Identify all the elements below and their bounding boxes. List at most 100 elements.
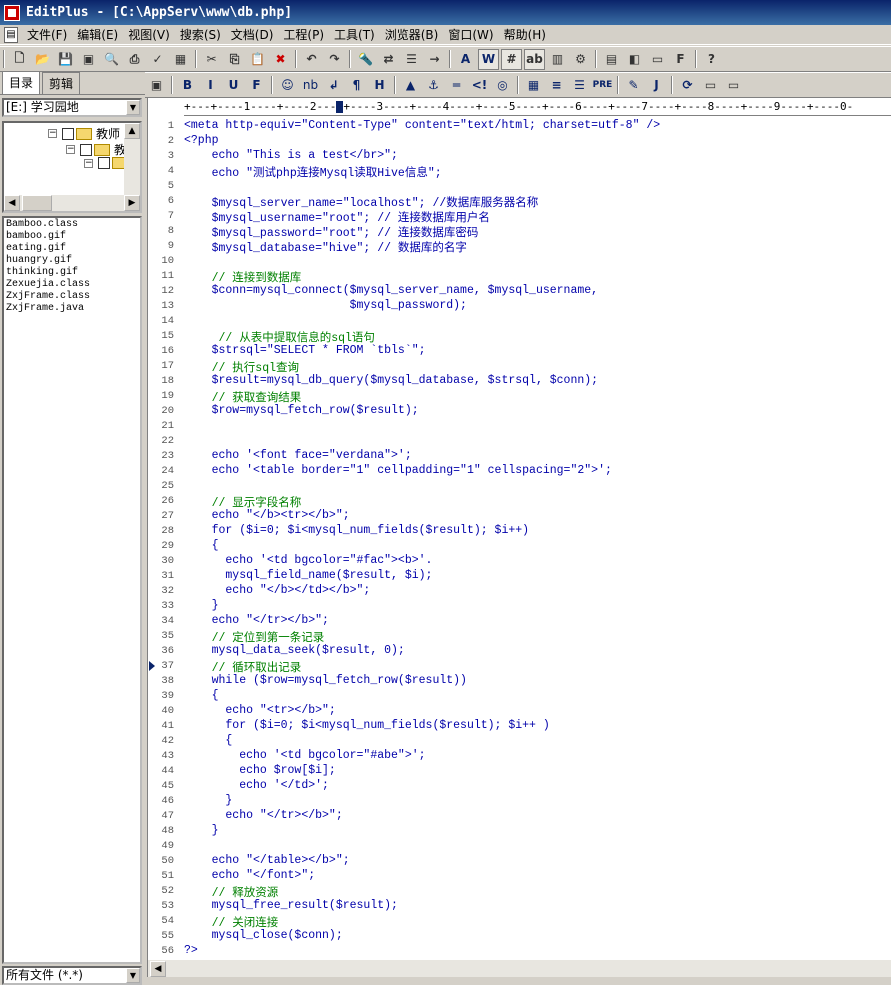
menu-item[interactable]: 视图(V) bbox=[123, 26, 175, 43]
html-b-icon[interactable]: B bbox=[177, 75, 198, 96]
code-line[interactable]: // 关闭连接 bbox=[184, 914, 279, 930]
menu-item[interactable]: 搜索(S) bbox=[175, 26, 226, 43]
replace-icon[interactable]: ⇄ bbox=[378, 49, 399, 70]
menu-item[interactable]: 编辑(E) bbox=[72, 26, 123, 43]
code-line[interactable]: $row=mysql_fetch_row($result); bbox=[184, 404, 419, 417]
code-line[interactable]: <meta http-equiv="Content-Type" content=… bbox=[184, 119, 660, 132]
new-file-icon[interactable]: 🗋 bbox=[9, 49, 30, 70]
file-list[interactable]: Bamboo.class bamboo.gif eating.gif huangry.… bbox=[2, 216, 142, 964]
code-line[interactable]: echo "</b></td></b>"; bbox=[184, 584, 370, 597]
title-bar[interactable]: EditPlus - [C:\AppServ\www\db.php] bbox=[0, 0, 891, 25]
code-line[interactable]: echo "</tr></b>"; bbox=[184, 809, 342, 822]
column-select-icon[interactable]: ▥ bbox=[547, 49, 568, 70]
html-comment-icon[interactable]: <! bbox=[469, 75, 490, 96]
html-justify-icon[interactable]: ☰ bbox=[569, 75, 590, 96]
code-line[interactable]: echo "<tr></b>"; bbox=[184, 704, 335, 717]
drive-select[interactable]: [E:] 学习园地 ▼ bbox=[2, 98, 142, 117]
html-table-icon[interactable]: ▦ bbox=[523, 75, 544, 96]
paste-icon[interactable]: 📋 bbox=[247, 49, 268, 70]
properties-icon[interactable]: ▦ bbox=[170, 49, 191, 70]
html-nb-icon[interactable]: nb bbox=[300, 75, 321, 96]
print-icon[interactable]: ⎙ bbox=[124, 49, 145, 70]
code-line[interactable]: // 从表中提取信息的sql语句 bbox=[184, 329, 375, 345]
code-editor[interactable]: +---+----1----+----2--- +----3----+----4-… bbox=[147, 98, 891, 977]
file-type-filter[interactable]: 所有文件 (*.*) ▼ bbox=[2, 966, 142, 985]
collapse-icon[interactable]: − bbox=[84, 158, 93, 168]
cut-icon[interactable]: ✂ bbox=[201, 49, 222, 70]
code-line[interactable]: $mysql_username="root"; // 连接数据库用户名 bbox=[184, 209, 490, 225]
code-line[interactable]: $mysql_database="hive"; // 数据库的名字 bbox=[184, 239, 467, 255]
scroll-left-icon[interactable]: ◀ bbox=[150, 961, 166, 977]
code-line[interactable]: echo '</td>'; bbox=[184, 779, 329, 792]
file-list-item[interactable]: bamboo.gif bbox=[6, 231, 138, 243]
menu-item[interactable]: 帮助(H) bbox=[499, 26, 551, 43]
folder-tree[interactable]: − 教师 − 教 − ▲ ◀ ▶ bbox=[2, 121, 142, 213]
file-list-item[interactable]: Bamboo.class bbox=[6, 219, 138, 231]
file-list-item[interactable]: eating.gif bbox=[6, 243, 138, 255]
save-icon[interactable]: 💾 bbox=[55, 49, 76, 70]
file-list-item[interactable]: thinking.gif bbox=[6, 267, 138, 279]
code-line[interactable]: echo '<td bgcolor="#fac"><b>'. bbox=[184, 554, 432, 567]
tab-directory[interactable]: 目录 bbox=[2, 71, 41, 94]
code-line[interactable]: // 释放资源 bbox=[184, 884, 279, 900]
quick-bar-icon[interactable]: ▣ bbox=[146, 75, 167, 96]
tab-cliptext[interactable]: 剪辑 bbox=[42, 72, 81, 94]
collapse-icon[interactable]: − bbox=[48, 129, 57, 138]
window-list-icon[interactable]: ▭ bbox=[700, 75, 721, 96]
code-line[interactable]: $conn=mysql_connect($mysql_server_name, … bbox=[184, 284, 598, 297]
tree-vertical-scrollbar[interactable]: ▲ bbox=[124, 123, 140, 195]
code-line[interactable]: } bbox=[184, 599, 219, 612]
menu-item[interactable]: 文件(F) bbox=[22, 26, 72, 43]
code-line[interactable]: echo '<td bgcolor="#abe">'; bbox=[184, 749, 425, 762]
scroll-thumb[interactable] bbox=[22, 195, 52, 211]
html-center-icon[interactable]: ≡ bbox=[546, 75, 567, 96]
html-f-icon[interactable]: F bbox=[246, 75, 267, 96]
code-line[interactable]: $mysql_password="root"; // 连接数据库密码 bbox=[184, 224, 479, 240]
word-wrap-icon[interactable]: W bbox=[478, 48, 499, 70]
tree-horizontal-scrollbar[interactable]: ◀ ▶ bbox=[4, 195, 140, 211]
save-all-icon[interactable]: ▣ bbox=[78, 49, 99, 70]
editor-horizontal-scrollbar[interactable]: ◀ bbox=[148, 959, 891, 977]
code-line[interactable]: echo $row[$i]; bbox=[184, 764, 336, 777]
html--icon[interactable]: ↲ bbox=[323, 75, 344, 96]
spellcheck-icon[interactable]: ✓ bbox=[147, 49, 168, 70]
undo-icon[interactable]: ↶ bbox=[301, 49, 322, 70]
code-line[interactable]: echo "This is a test</br>"; bbox=[184, 149, 398, 162]
code-line[interactable]: echo "</tr></b>"; bbox=[184, 614, 329, 627]
file-list-item[interactable]: ZxjFrame.class bbox=[6, 291, 138, 303]
html-dir-icon[interactable]: ⟳ bbox=[677, 75, 698, 96]
user-tools-icon[interactable]: F bbox=[670, 49, 691, 70]
html-style-icon[interactable]: ✎ bbox=[623, 75, 644, 96]
collapse-icon[interactable]: − bbox=[66, 145, 75, 154]
browser-view-icon[interactable]: ◧ bbox=[624, 49, 645, 70]
html-pre-icon[interactable]: PRE bbox=[592, 75, 613, 96]
restore-window-icon[interactable]: ▭ bbox=[723, 75, 744, 96]
code-line[interactable]: mysql_data_seek($result, 0); bbox=[184, 644, 405, 657]
chevron-down-icon[interactable]: ▼ bbox=[126, 968, 140, 983]
scroll-right-icon[interactable]: ▶ bbox=[124, 195, 140, 211]
file-list-item[interactable]: ZxjFrame.java bbox=[6, 303, 138, 315]
html--icon[interactable]: ¶ bbox=[346, 75, 367, 96]
help-icon[interactable]: ? bbox=[701, 49, 722, 70]
goto-line-icon[interactable]: → bbox=[424, 49, 445, 70]
code-line[interactable]: echo "测试php连接Mysql读取Hive信息"; bbox=[184, 164, 442, 180]
file-list-item[interactable]: Zexuejia.class bbox=[6, 279, 138, 291]
menu-item[interactable]: 窗口(W) bbox=[443, 26, 498, 43]
delete-icon[interactable]: ✖ bbox=[270, 49, 291, 70]
code-line[interactable]: ?> bbox=[184, 944, 198, 957]
html-form-icon[interactable]: ◎ bbox=[492, 75, 513, 96]
code-line[interactable]: mysql_free_result($result); bbox=[184, 899, 398, 912]
html-hr-icon[interactable]: ═ bbox=[446, 75, 467, 96]
find-in-files-icon[interactable]: ☰ bbox=[401, 49, 422, 70]
ruler-icon[interactable]: ab bbox=[524, 48, 545, 70]
tree-node[interactable]: − 教 bbox=[66, 141, 126, 158]
code-line[interactable]: echo '<table border="1" cellpadding="1" … bbox=[184, 464, 612, 477]
redo-icon[interactable]: ↷ bbox=[324, 49, 345, 70]
tree-checkbox[interactable] bbox=[80, 143, 92, 156]
code-line[interactable]: echo "</b><tr></b>"; bbox=[184, 509, 350, 522]
code-line[interactable]: for ($i=0; $i<mysql_num_fields($result);… bbox=[184, 719, 549, 732]
code-area[interactable]: <meta http-equiv="Content-Type" content=… bbox=[184, 116, 891, 957]
code-line[interactable]: { bbox=[184, 539, 219, 552]
menu-item[interactable]: 文档(D) bbox=[226, 26, 279, 43]
code-line[interactable]: $mysql_server_name="localhost"; //数据库服务器… bbox=[184, 194, 539, 210]
